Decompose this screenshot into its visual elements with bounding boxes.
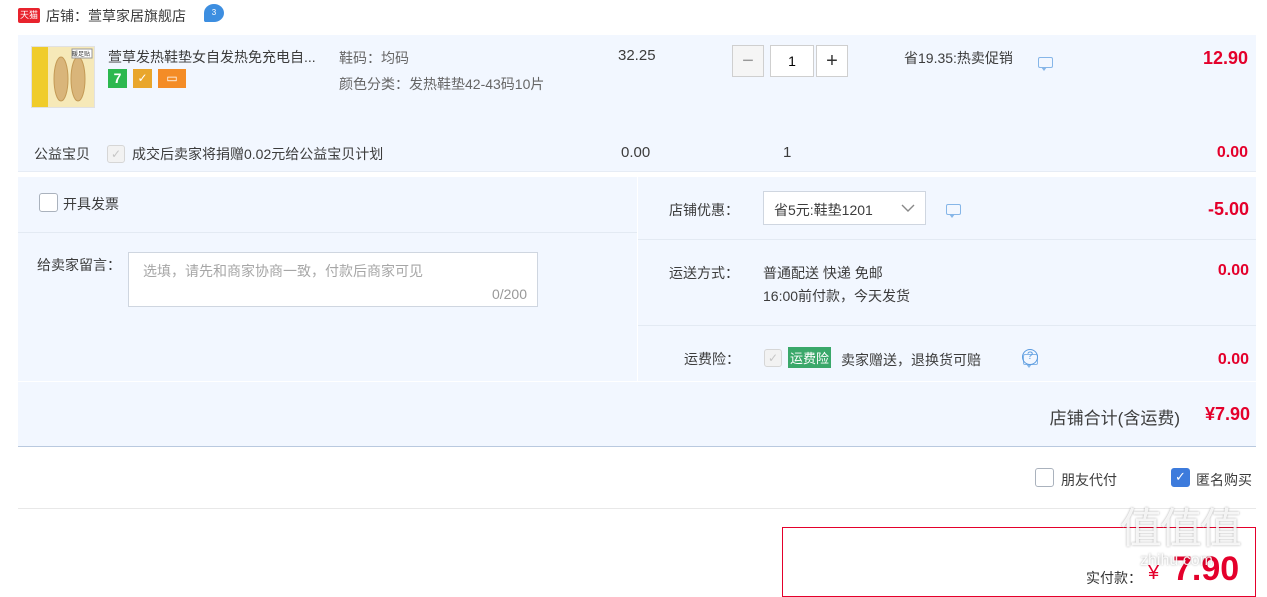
message-textarea[interactable]: 选填，请先和商家协商一致，付款后商家可见 0/200 <box>128 252 538 307</box>
insurance-checkbox: ✓ <box>764 349 782 367</box>
shop-label: 店铺： <box>46 8 88 24</box>
spec-size: 鞋码：均码 <box>339 50 409 66</box>
shop-discount-label: 店铺优惠： <box>669 202 739 218</box>
quality-guarantee-icon[interactable]: ✓ <box>133 69 152 88</box>
payment-currency: ¥ <box>1148 562 1160 584</box>
promo-text: 省19.35:热卖促销 <box>904 50 1013 66</box>
invoice-checkbox[interactable] <box>39 193 58 212</box>
friend-pay-checkbox[interactable] <box>1035 468 1054 487</box>
message-placeholder: 选填，请先和商家协商一致，付款后商家可见 <box>143 263 423 279</box>
wangwang-icon[interactable]: 3 <box>204 4 224 22</box>
anonymous-label[interactable]: 匿名购买 <box>1196 470 1252 490</box>
insurance-tag: 运费险 <box>788 347 832 368</box>
payment-amount: 7.90 <box>1173 550 1240 588</box>
quantity-minus-button[interactable]: − <box>732 45 764 77</box>
charity-checkbox: ✓ <box>107 145 125 163</box>
charity-price: 0.00 <box>621 144 651 161</box>
quantity-input[interactable] <box>770 45 814 77</box>
credit-card-icon[interactable]: ▭ <box>158 69 186 88</box>
unit-price: 32.25 <box>618 47 656 64</box>
item-subtotal: 12.90 <box>1202 48 1248 68</box>
shop-discount-amount: -5.00 <box>1207 199 1249 219</box>
product-thumbnail[interactable]: 暖足贴 <box>31 46 95 108</box>
item-panel: 暖足贴 萱草发热鞋垫女自发热免充电自... 7 ✓ ▭ 鞋码：均码 颜色分类：发… <box>18 35 1256 172</box>
payment-label: 实付款： <box>1086 570 1142 586</box>
service-badges: 7 ✓ ▭ <box>108 69 198 89</box>
shipping-amount: 0.00 <box>1217 262 1249 279</box>
order-options-left: 开具发票 给卖家留言： 选填，请先和商家协商一致，付款后商家可见 0/200 <box>18 177 637 381</box>
divider <box>18 232 637 233</box>
shop-discount-value: 省5元:鞋垫1201 <box>774 202 873 218</box>
divider <box>638 325 1256 326</box>
message-counter: 0/200 <box>491 286 527 302</box>
friend-pay-label[interactable]: 朋友代付 <box>1061 470 1117 490</box>
charity-quantity: 1 <box>783 144 792 161</box>
thumbnail-label: 暖足贴 <box>72 52 91 58</box>
charity-text: 成交后卖家将捐赠0.02元给公益宝贝计划 <box>132 146 384 162</box>
message-label: 给卖家留言： <box>37 257 121 273</box>
charity-label: 公益宝贝 <box>34 146 90 162</box>
tmall-badge: 天猫 <box>18 8 40 23</box>
anonymous-checkbox[interactable]: ✓ <box>1171 468 1190 487</box>
insurance-label: 运费险： <box>684 351 740 367</box>
quantity-plus-button[interactable]: + <box>816 45 848 77</box>
chevron-down-icon <box>901 204 915 212</box>
payment-summary-box: 实付款： ¥ 7.90 <box>782 527 1256 597</box>
insurance-amount: 0.00 <box>1217 351 1249 368</box>
shop-total-amount: ¥7.90 <box>1204 404 1250 424</box>
invoice-label[interactable]: 开具发票 <box>63 194 119 214</box>
divider <box>638 239 1256 240</box>
shop-total-row: 店铺合计(含运费) ¥7.90 <box>18 382 1256 447</box>
seven-day-return-icon[interactable]: 7 <box>108 69 127 88</box>
spec-color: 颜色分类：发热鞋垫42-43码10片 <box>339 76 545 92</box>
help-icon[interactable]: ? <box>1022 349 1038 365</box>
quantity-stepper: − + <box>732 44 852 80</box>
shipping-note: 16:00前付款，今天发货 <box>763 288 911 304</box>
promo-chat-icon[interactable] <box>1038 57 1053 71</box>
shipping-method: 普通配送 快递 免邮 <box>763 265 883 281</box>
insurance-text: 卖家赠送，退换货可赔 <box>841 352 981 368</box>
shop-name-link[interactable]: 萱草家居旗舰店 <box>88 6 186 26</box>
shop-discount-select[interactable]: 省5元:鞋垫1201 <box>763 191 926 225</box>
payment-options: 朋友代付 ✓ 匿名购买 <box>18 458 1256 509</box>
shop-header: 天猫 店铺： 萱草家居旗舰店 3 <box>18 4 418 26</box>
shipping-label: 运送方式： <box>669 265 739 281</box>
product-title-link[interactable]: 萱草发热鞋垫女自发热免充电自... <box>108 47 316 67</box>
charity-total: 0.00 <box>1216 144 1248 161</box>
shop-total-label: 店铺合计(含运费) <box>1049 409 1180 428</box>
order-options-right: 店铺优惠： 省5元:鞋垫1201 -5.00 运送方式： 普通配送 快递 免邮 … <box>638 177 1256 381</box>
discount-chat-icon[interactable] <box>946 204 961 218</box>
